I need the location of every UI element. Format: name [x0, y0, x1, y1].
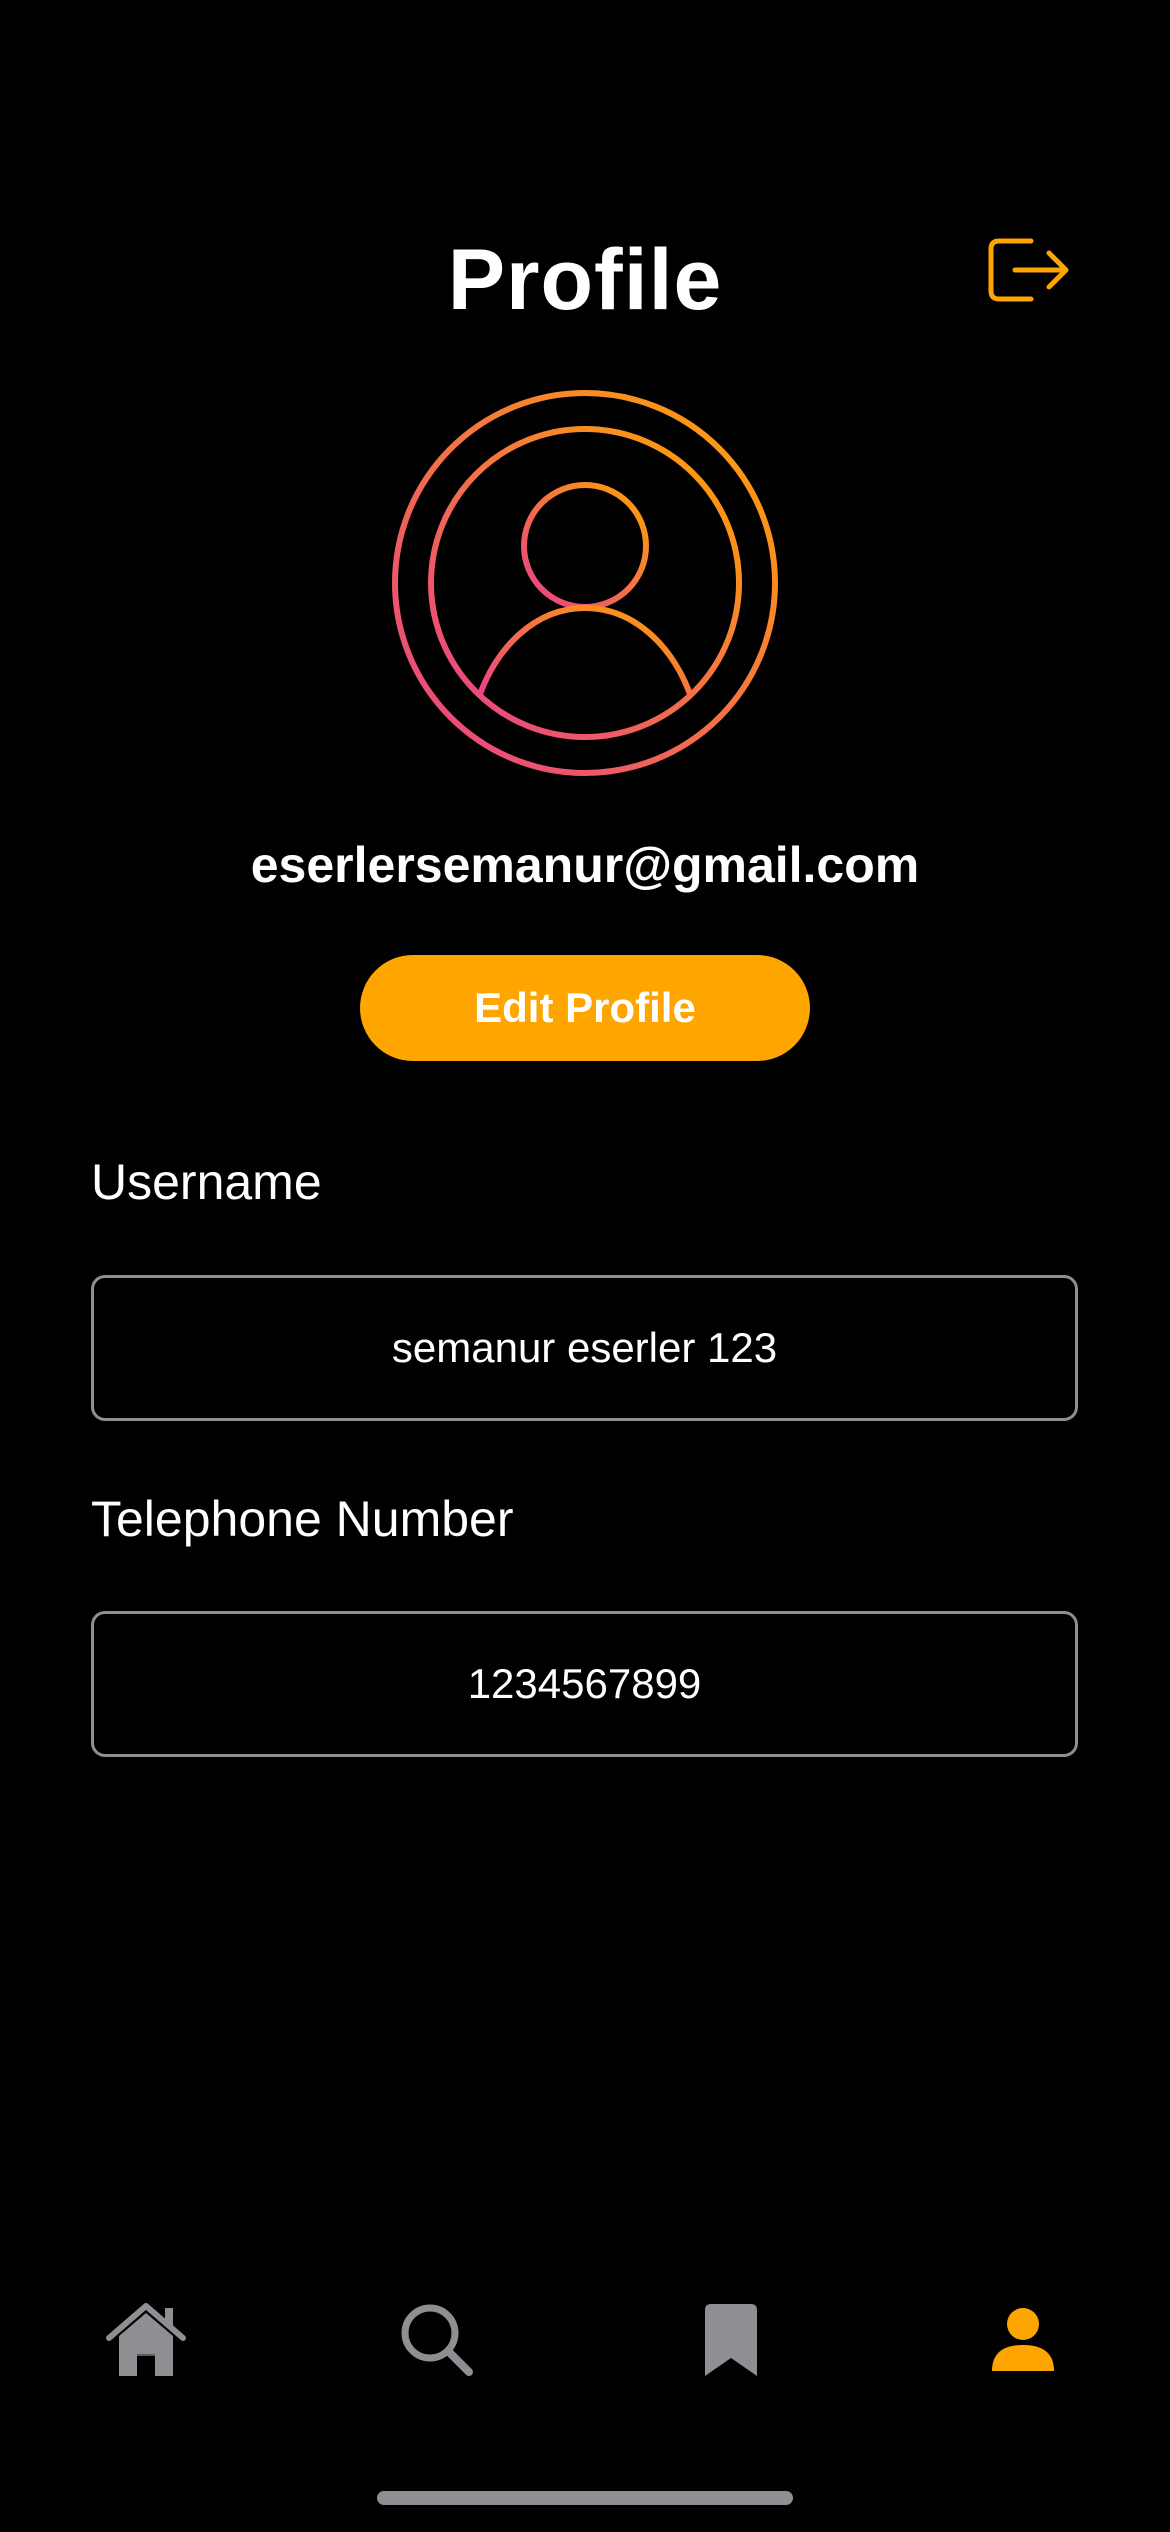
username-label: Username — [91, 1154, 322, 1210]
person-circle-icon — [392, 390, 778, 776]
tab-profile[interactable] — [973, 2290, 1073, 2390]
logout-button[interactable] — [985, 225, 1075, 315]
telephone-field[interactable]: 1234567899 — [91, 1611, 1078, 1757]
home-indicator — [377, 2491, 793, 2505]
home-icon — [106, 2303, 186, 2376]
tab-bookmarks[interactable] — [681, 2290, 781, 2390]
logout-icon — [988, 238, 1069, 302]
tab-search[interactable] — [387, 2290, 487, 2390]
profile-icon — [992, 2308, 1054, 2371]
tab-home[interactable] — [96, 2290, 196, 2390]
avatar — [390, 388, 780, 778]
edit-profile-button[interactable]: Edit Profile — [360, 955, 810, 1061]
profile-email: eserlersemanur@gmail.com — [250, 837, 920, 893]
telephone-label: Telephone Number — [91, 1491, 514, 1547]
bookmark-icon — [705, 2304, 757, 2376]
tab-bar — [0, 2290, 1170, 2390]
search-icon — [401, 2304, 473, 2376]
username-field[interactable]: semanur eserler 123 — [91, 1275, 1078, 1421]
